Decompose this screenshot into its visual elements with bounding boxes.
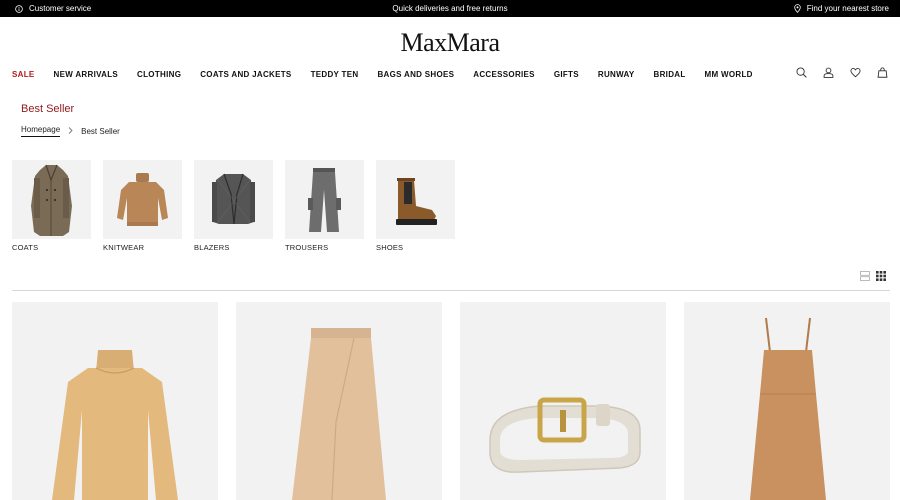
coat-image [12,160,91,239]
list-view-icon[interactable] [860,268,870,286]
category-label: KNITWEAR [103,243,145,252]
brand-logo[interactable]: MaxMara [0,28,900,58]
header-icons [796,67,888,78]
grid-view-icon[interactable] [876,268,886,286]
category-label: COATS [12,243,39,252]
top-bar: Customer service Quick deliveries and fr… [0,0,900,17]
nav-item-accessories[interactable]: ACCESSORIES [473,70,535,79]
breadcrumb-home-link[interactable]: Homepage [21,125,61,137]
nav-item-bridal[interactable]: BRIDAL [654,70,686,79]
promo-text: Quick deliveries and free returns [392,4,508,13]
breadcrumb-current: Best Seller [81,126,120,136]
customer-service-label: Customer service [29,4,92,13]
main-nav: SALE NEW ARRIVALS CLOTHING COATS AND JAC… [12,70,772,79]
category-label: TROUSERS [285,243,329,252]
nav-item-sale[interactable]: SALE [12,70,35,79]
product-card-skirt[interactable] [236,302,442,500]
boot-image [376,160,455,239]
category-label: BLAZERS [194,243,230,252]
nav-item-runway[interactable]: RUNWAY [598,70,635,79]
category-knitwear[interactable]: KNITWEAR [103,160,182,252]
product-card-dress[interactable] [684,302,890,500]
user-icon[interactable] [823,67,834,78]
sweater-image [103,160,182,239]
info-icon [15,4,23,13]
nav-item-clothing[interactable]: CLOTHING [137,70,181,79]
category-trousers[interactable]: TROUSERS [285,160,364,252]
dress-image [750,317,826,500]
trousers-image [285,160,364,239]
nav-item-gifts[interactable]: GIFTS [554,70,579,79]
bag-icon[interactable] [877,67,888,78]
product-grid [12,302,890,500]
product-card-belt[interactable] [460,302,666,500]
store-finder-label: Find your nearest store [806,4,889,13]
nav-item-new-arrivals[interactable]: NEW ARRIVALS [54,70,119,79]
category-strip: COATS KNITWEAR BLAZERS TROUSERS SHOES [12,160,455,252]
nav-item-coats-and-jackets[interactable]: COATS AND JACKETS [200,70,291,79]
category-shoes[interactable]: SHOES [376,160,455,252]
category-coats[interactable]: COATS [12,160,91,252]
product-card-sweater[interactable] [12,302,218,500]
nav-item-teddy-ten[interactable]: TEDDY TEN [311,70,359,79]
breadcrumb: Homepage Best Seller [21,125,120,137]
divider [12,290,890,291]
view-toggle [860,268,886,286]
location-pin-icon [794,4,801,13]
skirt-image [292,328,386,500]
category-label: SHOES [376,243,404,252]
search-icon[interactable] [796,67,807,78]
belt-image [489,397,641,473]
blazer-image [194,160,273,239]
category-blazers[interactable]: BLAZERS [194,160,273,252]
nav-item-mm-world[interactable]: MM WORLD [705,70,753,79]
sweater-image [52,350,178,500]
chevron-right-icon [68,126,73,136]
page-title: Best Seller [21,103,75,115]
store-finder-link[interactable]: Find your nearest store [794,4,889,13]
nav-item-bags-and-shoes[interactable]: BAGS AND SHOES [377,70,454,79]
customer-service-link[interactable]: Customer service [15,4,91,13]
heart-icon[interactable] [850,67,861,78]
